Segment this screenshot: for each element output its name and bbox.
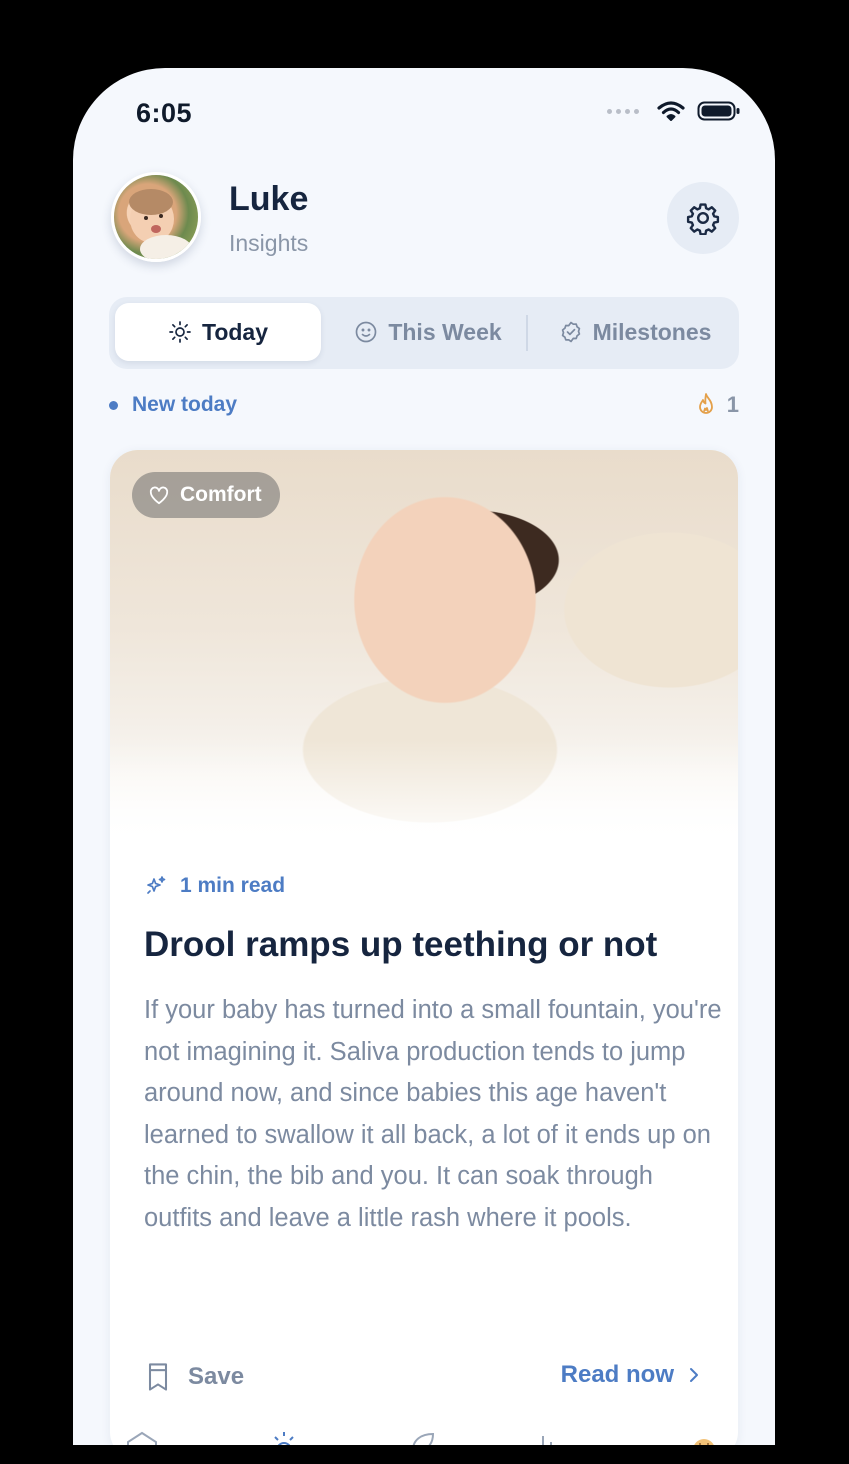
new-today-indicator: New today xyxy=(109,393,237,417)
signal-dots-icon xyxy=(607,108,639,114)
leaf-icon[interactable] xyxy=(407,1430,441,1445)
badge-check-icon xyxy=(561,321,580,343)
save-label: Save xyxy=(188,1363,245,1390)
tab-milestones[interactable]: Milestones xyxy=(535,303,735,361)
tab-today-label: Today xyxy=(201,318,269,345)
tab-divider xyxy=(526,315,528,351)
card-title: Drool ramps up teething or not xyxy=(144,925,658,964)
status-icons xyxy=(607,100,741,122)
status-time: 6:05 xyxy=(136,98,193,128)
streak-counter: 1 xyxy=(695,392,739,418)
tab-today[interactable]: Today xyxy=(115,303,321,361)
read-now-button[interactable]: Read now xyxy=(561,1361,700,1389)
heart-icon xyxy=(149,486,169,505)
sparkle-icon xyxy=(147,876,166,894)
page-subtitle: Insights xyxy=(229,230,309,256)
insight-card[interactable]: Comfort 1 min read Drool ramps up teethi… xyxy=(110,450,738,1445)
photo-fade xyxy=(110,740,738,850)
bookmark-icon xyxy=(148,1363,168,1391)
child-name: Luke xyxy=(229,180,309,218)
home-icon[interactable] xyxy=(125,1430,159,1445)
card-body: If your baby has turned into a small fou… xyxy=(144,996,722,1232)
gear-icon xyxy=(686,203,720,235)
battery-icon xyxy=(697,101,740,121)
baby-avatar-image xyxy=(129,189,192,259)
tab-this-week[interactable]: This Week xyxy=(331,303,525,361)
stats-icon[interactable] xyxy=(529,1430,563,1445)
smiley-icon xyxy=(355,321,377,343)
settings-button[interactable] xyxy=(667,182,739,254)
baby-face-icon[interactable] xyxy=(687,1430,721,1445)
segmented-tabs: Today This Week Milestones xyxy=(109,297,739,369)
read-time: 1 min read xyxy=(144,874,285,898)
save-button[interactable]: Save xyxy=(144,1361,244,1393)
tab-milestones-label: Milestones xyxy=(592,318,712,345)
new-dot-icon xyxy=(109,400,118,410)
chevron-right-icon xyxy=(690,1368,698,1382)
insights-sun-icon[interactable] xyxy=(267,1430,301,1445)
new-today-label: New today xyxy=(132,393,238,416)
avatar[interactable] xyxy=(111,172,201,262)
tab-this-week-label: This Week xyxy=(388,318,502,345)
flame-icon xyxy=(698,393,713,414)
sun-icon xyxy=(169,321,191,343)
read-time-label: 1 min read xyxy=(180,874,286,897)
category-badge: Comfort xyxy=(132,472,280,518)
body-fade xyxy=(110,1260,738,1320)
category-badge-label: Comfort xyxy=(180,483,262,506)
bottom-nav xyxy=(73,1426,775,1445)
wifi-icon xyxy=(657,101,685,121)
streak-count: 1 xyxy=(726,392,739,417)
read-now-label: Read now xyxy=(560,1361,674,1388)
phone-screen: 6:05 Luke Insights Today This Week Miles… xyxy=(73,68,775,1445)
